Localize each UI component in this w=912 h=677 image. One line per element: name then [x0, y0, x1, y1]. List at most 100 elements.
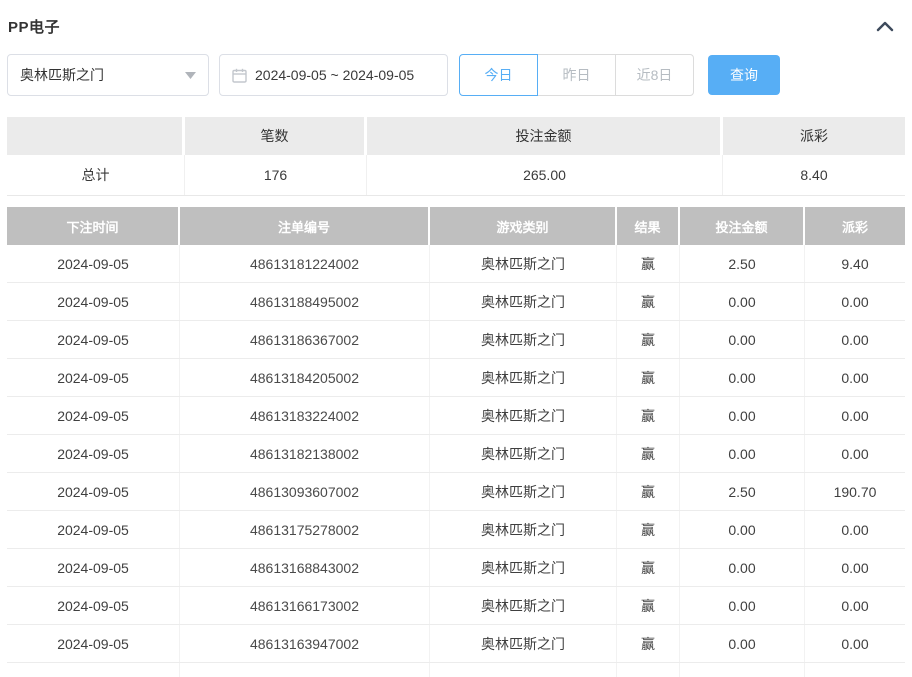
bet-table-body: 2024-09-05 48613181224002 奥林匹斯之门 赢 2.50 … — [7, 245, 905, 663]
bet-id-cell: 48613168843002 — [180, 549, 430, 586]
bet-id-cell: 48613093607002 — [180, 473, 430, 510]
bet-id-cell: 48613184205002 — [180, 359, 430, 396]
collapse-panel-button[interactable] — [874, 15, 896, 37]
payout-cell: 9.40 — [805, 245, 905, 282]
table-row: 2024-09-05 48613175278002 奥林匹斯之门 赢 0.00 … — [7, 511, 905, 549]
bet-amount-cell: 2.50 — [680, 245, 805, 282]
pp-electronic-panel: PP电子 奥林匹斯之门 2024-09-05 ~ 2024- — [0, 0, 912, 677]
result-cell: 赢 — [617, 549, 680, 586]
table-row: 2024-09-05 48613093607002 奥林匹斯之门 赢 2.50 … — [7, 473, 905, 511]
bet-time-cell: 2024-09-05 — [7, 435, 180, 472]
summary-payout-value: 8.40 — [723, 155, 905, 195]
today-button[interactable]: 今日 — [459, 54, 538, 96]
bet-time-cell: 2024-09-05 — [7, 549, 180, 586]
table-row: 2024-09-05 48613182138002 奥林匹斯之门 赢 0.00 … — [7, 435, 905, 473]
bet-id-cell: 48613163947002 — [180, 625, 430, 662]
bet-id-cell: 48613181224002 — [180, 245, 430, 282]
bet-amount-cell: 0.00 — [680, 511, 805, 548]
table-row: 2024-09-05 48613166173002 奥林匹斯之门 赢 0.00 … — [7, 587, 905, 625]
bet-time-cell: 2024-09-05 — [7, 359, 180, 396]
summary-total-label: 总计 — [7, 155, 185, 195]
game-category-cell: 奥林匹斯之门 — [430, 625, 617, 662]
partial-table-row — [7, 663, 905, 677]
bet-amount-cell: 0.00 — [680, 283, 805, 320]
bet-amount-cell: 0.00 — [680, 321, 805, 358]
game-category-cell: 奥林匹斯之门 — [430, 511, 617, 548]
result-cell: 赢 — [617, 245, 680, 282]
result-cell: 赢 — [617, 359, 680, 396]
bet-id-cell: 48613183224002 — [180, 397, 430, 434]
summary-count-value: 176 — [185, 155, 367, 195]
game-category-cell: 奥林匹斯之门 — [430, 321, 617, 358]
payout-cell: 0.00 — [805, 359, 905, 396]
bet-time-cell: 2024-09-05 — [7, 587, 180, 624]
bet-amount-cell: 0.00 — [680, 587, 805, 624]
date-range-value: 2024-09-05 ~ 2024-09-05 — [255, 67, 414, 83]
header-bet-amount: 投注金额 — [680, 207, 805, 245]
summary-bet-amount-value: 265.00 — [367, 155, 723, 195]
header-game-category: 游戏类别 — [430, 207, 617, 245]
header-bet-time: 下注时间 — [7, 207, 180, 245]
bet-id-cell: 48613166173002 — [180, 587, 430, 624]
summary-header-row: 笔数 投注金额 派彩 — [7, 117, 905, 155]
date-range-input[interactable]: 2024-09-05 ~ 2024-09-05 — [219, 54, 448, 96]
quick-date-button-group: 今日 昨日 近8日 — [459, 54, 694, 96]
payout-cell: 0.00 — [805, 321, 905, 358]
bet-amount-cell: 0.00 — [680, 359, 805, 396]
query-button[interactable]: 查询 — [708, 55, 780, 95]
game-select[interactable]: 奥林匹斯之门 — [7, 54, 209, 96]
result-cell: 赢 — [617, 587, 680, 624]
bet-amount-cell: 2.50 — [680, 473, 805, 510]
bet-time-cell: 2024-09-05 — [7, 397, 180, 434]
game-category-cell: 奥林匹斯之门 — [430, 283, 617, 320]
table-row: 2024-09-05 48613183224002 奥林匹斯之门 赢 0.00 … — [7, 397, 905, 435]
result-cell: 赢 — [617, 625, 680, 662]
yesterday-button[interactable]: 昨日 — [537, 54, 616, 96]
bet-id-cell: 48613186367002 — [180, 321, 430, 358]
bet-id-cell: 48613188495002 — [180, 283, 430, 320]
game-select-value: 奥林匹斯之门 — [20, 65, 104, 85]
bet-amount-cell: 0.00 — [680, 397, 805, 434]
game-category-cell: 奥林匹斯之门 — [430, 587, 617, 624]
payout-cell: 0.00 — [805, 397, 905, 434]
payout-cell: 0.00 — [805, 549, 905, 586]
game-category-cell: 奥林匹斯之门 — [430, 473, 617, 510]
table-row: 2024-09-05 48613181224002 奥林匹斯之门 赢 2.50 … — [7, 245, 905, 283]
bet-time-cell: 2024-09-05 — [7, 245, 180, 282]
table-row: 2024-09-05 48613168843002 奥林匹斯之门 赢 0.00 … — [7, 549, 905, 587]
header-result: 结果 — [617, 207, 680, 245]
last-8-days-button[interactable]: 近8日 — [615, 54, 694, 96]
bet-records-table: 下注时间 注单编号 游戏类别 结果 投注金额 派彩 2024-09-05 486… — [7, 207, 905, 677]
payout-cell: 0.00 — [805, 587, 905, 624]
summary-header-bet-amount: 投注金额 — [367, 117, 723, 155]
game-category-cell: 奥林匹斯之门 — [430, 397, 617, 434]
bet-amount-cell: 0.00 — [680, 549, 805, 586]
summary-header-payout: 派彩 — [723, 117, 905, 155]
table-row: 2024-09-05 48613163947002 奥林匹斯之门 赢 0.00 … — [7, 625, 905, 663]
header-bet-id: 注单编号 — [180, 207, 430, 245]
payout-cell: 0.00 — [805, 283, 905, 320]
result-cell: 赢 — [617, 511, 680, 548]
summary-total-row: 总计 176 265.00 8.40 — [7, 155, 905, 196]
game-category-cell: 奥林匹斯之门 — [430, 245, 617, 282]
table-row: 2024-09-05 48613186367002 奥林匹斯之门 赢 0.00 … — [7, 321, 905, 359]
bet-time-cell: 2024-09-05 — [7, 283, 180, 320]
bet-time-cell: 2024-09-05 — [7, 473, 180, 510]
caret-down-icon — [185, 72, 196, 79]
chevron-up-icon — [876, 21, 894, 32]
panel-title: PP电子 — [8, 16, 60, 37]
filter-bar: 奥林匹斯之门 2024-09-05 ~ 2024-09-05 今日 昨日 近8日… — [7, 54, 905, 96]
summary-header-count: 笔数 — [185, 117, 367, 155]
payout-cell: 190.70 — [805, 473, 905, 510]
game-category-cell: 奥林匹斯之门 — [430, 359, 617, 396]
summary-header-blank — [7, 117, 185, 155]
game-category-cell: 奥林匹斯之门 — [430, 435, 617, 472]
bet-time-cell: 2024-09-05 — [7, 625, 180, 662]
bet-time-cell: 2024-09-05 — [7, 321, 180, 358]
bet-id-cell: 48613175278002 — [180, 511, 430, 548]
bet-amount-cell: 0.00 — [680, 625, 805, 662]
result-cell: 赢 — [617, 473, 680, 510]
payout-cell: 0.00 — [805, 435, 905, 472]
bet-id-cell: 48613182138002 — [180, 435, 430, 472]
bet-amount-cell: 0.00 — [680, 435, 805, 472]
